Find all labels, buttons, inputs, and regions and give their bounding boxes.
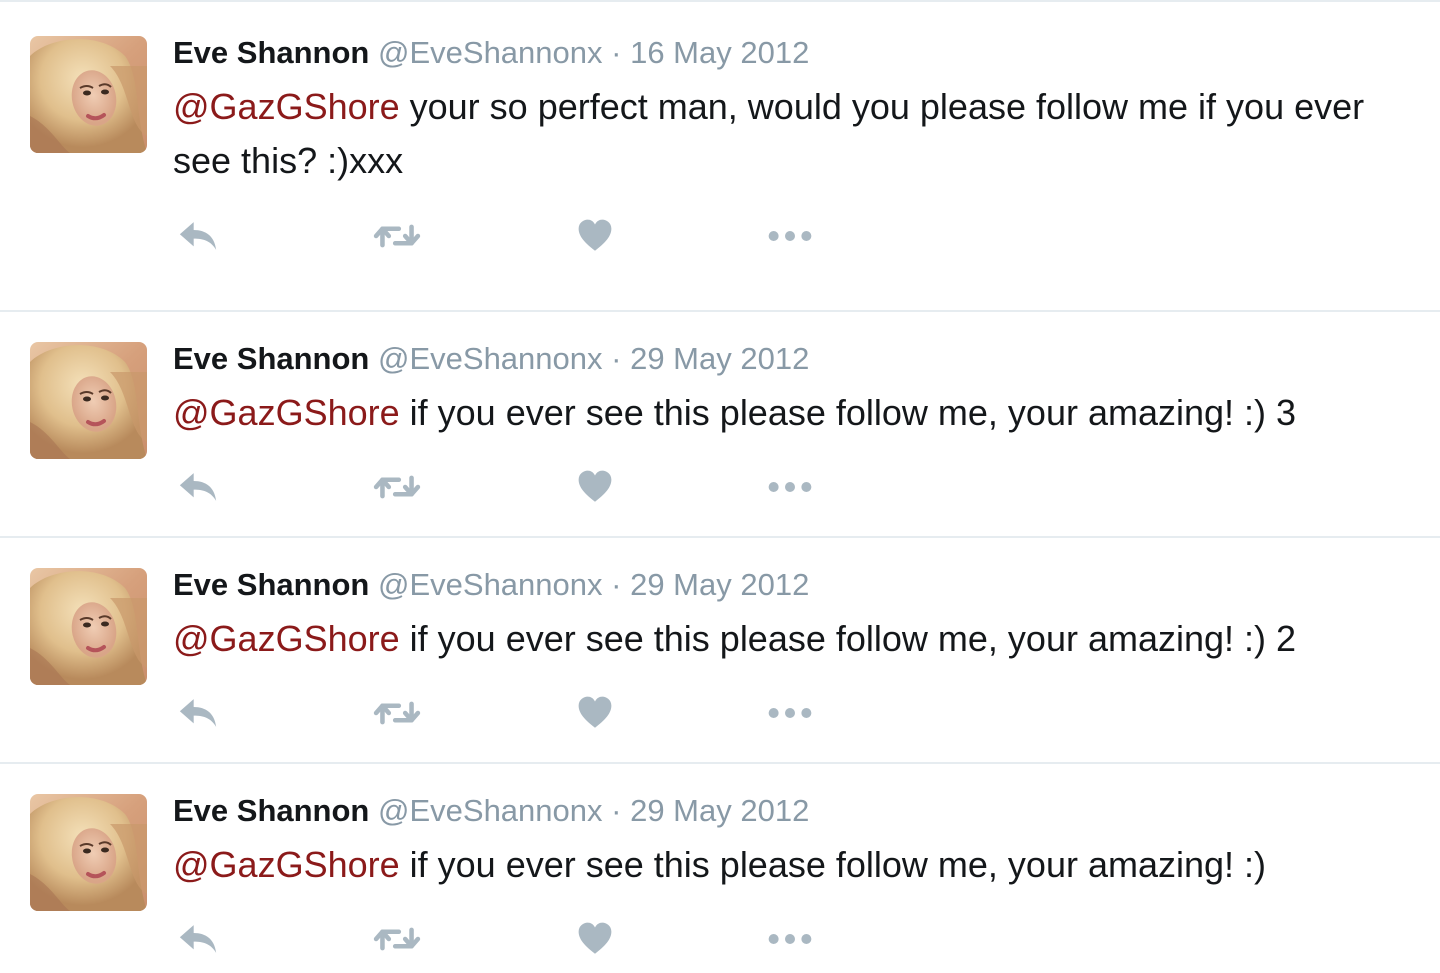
more-button[interactable] [763, 465, 817, 509]
reply-button[interactable] [173, 465, 223, 509]
retweet-button[interactable] [369, 465, 425, 509]
retweet-icon [371, 919, 423, 959]
retweet-button[interactable] [369, 691, 425, 735]
reply-button[interactable] [173, 917, 223, 961]
tweet-date[interactable]: 29 May 2012 [630, 341, 809, 376]
retweet-button[interactable] [369, 917, 425, 961]
more-dots-icon [765, 467, 815, 507]
heart-icon [576, 921, 614, 957]
tweet-text: @GazGShore if you ever see this please f… [173, 838, 1413, 892]
tweet-body: if you ever see this please follow me, y… [399, 392, 1297, 433]
meta-separator: · [602, 793, 631, 828]
retweet-icon [371, 693, 423, 733]
tweet-header: Eve Shannon @EveShannonx · 29 May 2012 [173, 339, 809, 379]
tweet-text: @GazGShore if you ever see this please f… [173, 386, 1413, 440]
more-dots-icon [765, 693, 815, 733]
mention-link[interactable]: @GazGShore [173, 618, 400, 659]
tweet-actions [173, 214, 833, 258]
mention-link[interactable]: @GazGShore [173, 392, 400, 433]
tweet-actions [173, 917, 833, 961]
tweet-date[interactable]: 29 May 2012 [630, 567, 809, 602]
like-button[interactable] [573, 691, 617, 735]
tweet[interactable]: Eve Shannon @EveShannonx · 29 May 2012 @… [0, 764, 1440, 973]
meta-separator: · [602, 567, 631, 602]
like-button[interactable] [573, 214, 617, 258]
reply-icon [176, 694, 220, 732]
tweet[interactable]: Eve Shannon @EveShannonx · 16 May 2012 @… [0, 2, 1440, 312]
like-button[interactable] [573, 465, 617, 509]
more-dots-icon [765, 216, 815, 256]
tweet-body: if you ever see this please follow me, y… [399, 618, 1297, 659]
author-handle[interactable]: @EveShannonx [378, 793, 603, 828]
tweet-header: Eve Shannon @EveShannonx · 29 May 2012 [173, 791, 809, 831]
reply-button[interactable] [173, 214, 223, 258]
author-handle[interactable]: @EveShannonx [378, 567, 603, 602]
tweet-header: Eve Shannon @EveShannonx · 16 May 2012 [173, 33, 809, 73]
avatar[interactable] [30, 794, 147, 911]
like-button[interactable] [573, 917, 617, 961]
tweet-text: @GazGShore your so perfect man, would yo… [173, 80, 1413, 188]
tweet-date[interactable]: 29 May 2012 [630, 793, 809, 828]
meta-separator: · [602, 35, 631, 70]
mention-link[interactable]: @GazGShore [173, 844, 400, 885]
author-name[interactable]: Eve Shannon [173, 35, 369, 70]
tweet-actions [173, 465, 833, 509]
retweet-button[interactable] [369, 214, 425, 258]
tweet-timeline: Eve Shannon @EveShannonx · 16 May 2012 @… [0, 0, 1440, 973]
reply-icon [176, 920, 220, 958]
meta-separator: · [602, 341, 631, 376]
heart-icon [576, 218, 614, 254]
tweet-body: if you ever see this please follow me, y… [399, 844, 1267, 885]
reply-icon [176, 217, 220, 255]
mention-link[interactable]: @GazGShore [173, 86, 400, 127]
tweet-actions [173, 691, 833, 735]
tweet-header: Eve Shannon @EveShannonx · 29 May 2012 [173, 565, 809, 605]
author-handle[interactable]: @EveShannonx [378, 341, 603, 376]
heart-icon [576, 695, 614, 731]
author-name[interactable]: Eve Shannon [173, 567, 369, 602]
tweet[interactable]: Eve Shannon @EveShannonx · 29 May 2012 @… [0, 312, 1440, 538]
avatar[interactable] [30, 568, 147, 685]
reply-button[interactable] [173, 691, 223, 735]
heart-icon [576, 469, 614, 505]
tweet[interactable]: Eve Shannon @EveShannonx · 29 May 2012 @… [0, 538, 1440, 764]
more-button[interactable] [763, 691, 817, 735]
more-button[interactable] [763, 214, 817, 258]
tweet-text: @GazGShore if you ever see this please f… [173, 612, 1413, 666]
retweet-icon [371, 216, 423, 256]
reply-icon [176, 468, 220, 506]
more-dots-icon [765, 919, 815, 959]
more-button[interactable] [763, 917, 817, 961]
avatar[interactable] [30, 36, 147, 153]
tweet-date[interactable]: 16 May 2012 [630, 35, 809, 70]
avatar[interactable] [30, 342, 147, 459]
author-name[interactable]: Eve Shannon [173, 793, 369, 828]
author-handle[interactable]: @EveShannonx [378, 35, 603, 70]
retweet-icon [371, 467, 423, 507]
author-name[interactable]: Eve Shannon [173, 341, 369, 376]
